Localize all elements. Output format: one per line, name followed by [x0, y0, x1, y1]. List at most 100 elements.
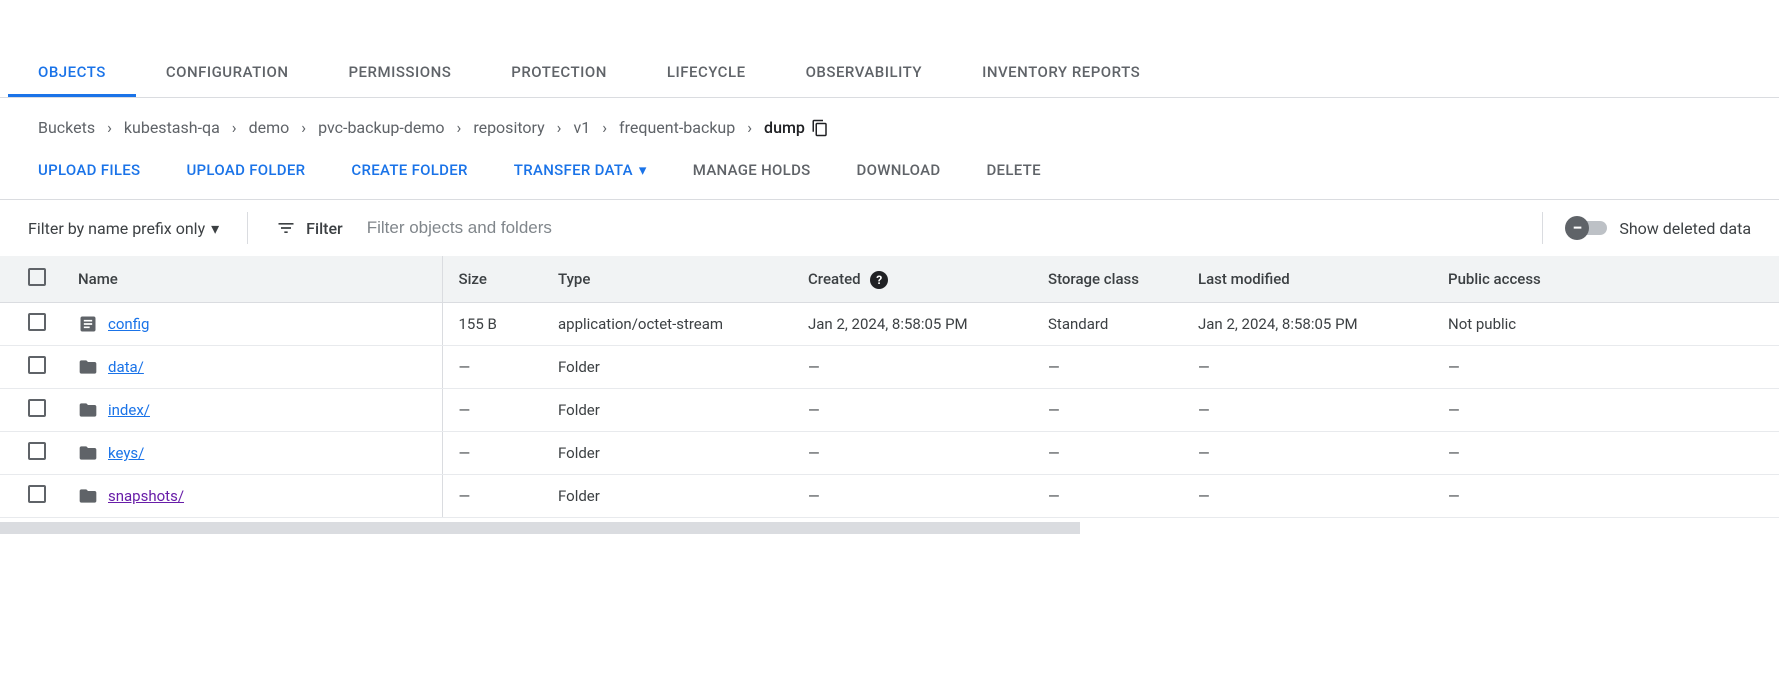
breadcrumb-dump: dump — [764, 118, 805, 137]
scrollbar-thumb[interactable] — [0, 522, 1080, 534]
breadcrumb-buckets[interactable]: Buckets — [38, 118, 95, 137]
filter-bar: Filter by name prefix only ▾ Filter − Sh… — [0, 199, 1779, 256]
cell-last-modified: — — [1182, 346, 1432, 389]
horizontal-scrollbar[interactable] — [0, 522, 1080, 534]
cell-storage-class: — — [1032, 475, 1182, 518]
dropdown-arrow-icon: ▾ — [211, 219, 219, 238]
cell-created: — — [792, 389, 1032, 432]
transfer-data-button[interactable]: TRANSFER DATA ▾ — [514, 161, 647, 179]
transfer-data-label: TRANSFER DATA — [514, 161, 633, 179]
cell-type: Folder — [542, 346, 792, 389]
table-row: data/—Folder———— — [0, 346, 1779, 389]
breadcrumb-v1[interactable]: v1 — [573, 118, 590, 137]
table-row: snapshots/—Folder———— — [0, 475, 1779, 518]
divider — [247, 212, 248, 244]
column-name[interactable]: Name — [62, 256, 442, 303]
tab-lifecycle[interactable]: LIFECYCLE — [637, 50, 776, 97]
show-deleted-label: Show deleted data — [1619, 219, 1751, 238]
manage-holds-button[interactable]: MANAGE HOLDS — [693, 161, 811, 179]
row-checkbox[interactable] — [28, 485, 46, 503]
cell-last-modified: Jan 2, 2024, 8:58:05 PM — [1182, 303, 1432, 346]
cell-type: application/octet-stream — [542, 303, 792, 346]
tab-configuration[interactable]: CONFIGURATION — [136, 50, 319, 97]
breadcrumb-frequent-backup[interactable]: frequent-backup — [619, 118, 735, 137]
table-row: keys/—Folder———— — [0, 432, 1779, 475]
objects-table: Name Size Type Created ? Storage class L… — [0, 256, 1779, 518]
filter-button[interactable]: Filter — [276, 218, 343, 238]
cell-created: — — [792, 432, 1032, 475]
upload-folder-button[interactable]: UPLOAD FOLDER — [186, 161, 305, 179]
cell-storage-class: — — [1032, 389, 1182, 432]
object-link[interactable]: index/ — [108, 401, 150, 419]
breadcrumb-repository[interactable]: repository — [473, 118, 544, 137]
column-type[interactable]: Type — [542, 256, 792, 303]
tab-inventory-reports[interactable]: INVENTORY REPORTS — [952, 50, 1170, 97]
copy-path-icon[interactable] — [811, 119, 829, 137]
object-link[interactable]: snapshots/ — [108, 487, 184, 505]
cell-size: — — [442, 475, 542, 518]
folder-icon — [78, 357, 98, 377]
cell-size: — — [442, 432, 542, 475]
breadcrumb-demo[interactable]: demo — [249, 118, 290, 137]
cell-last-modified: — — [1182, 475, 1432, 518]
show-deleted-toggle[interactable]: − — [1571, 221, 1607, 235]
create-folder-button[interactable]: CREATE FOLDER — [351, 161, 467, 179]
row-checkbox[interactable] — [28, 442, 46, 460]
breadcrumbs: Buckets › kubestash-qa › demo › pvc-backup-dem… — [0, 98, 1779, 153]
breadcrumb-kubestash-qa[interactable]: kubestash-qa — [124, 118, 220, 137]
file-icon — [78, 314, 98, 334]
cell-created: — — [792, 346, 1032, 389]
table-row: index/—Folder———— — [0, 389, 1779, 432]
delete-button[interactable]: DELETE — [986, 161, 1040, 179]
action-bar: UPLOAD FILES UPLOAD FOLDER CREATE FOLDER… — [0, 153, 1779, 199]
cell-created: Jan 2, 2024, 8:58:05 PM — [792, 303, 1032, 346]
filter-prefix-dropdown[interactable]: Filter by name prefix only ▾ — [28, 219, 219, 238]
chevron-right-icon: › — [747, 118, 752, 137]
cell-storage-class: Standard — [1032, 303, 1182, 346]
download-button[interactable]: DOWNLOAD — [857, 161, 941, 179]
filter-input[interactable] — [363, 214, 933, 242]
chevron-right-icon: › — [557, 118, 562, 137]
cell-public-access: — — [1432, 389, 1779, 432]
object-link[interactable]: config — [108, 315, 149, 333]
row-checkbox[interactable] — [28, 313, 46, 331]
cell-type: Folder — [542, 389, 792, 432]
cell-public-access: — — [1432, 475, 1779, 518]
column-public-access[interactable]: Public access — [1432, 256, 1779, 303]
row-checkbox[interactable] — [28, 356, 46, 374]
cell-last-modified: — — [1182, 389, 1432, 432]
filter-prefix-label: Filter by name prefix only — [28, 219, 205, 238]
tab-permissions[interactable]: PERMISSIONS — [318, 50, 481, 97]
select-all-checkbox[interactable] — [28, 268, 46, 286]
chevron-right-icon: › — [107, 118, 112, 137]
table-body: config155 Bapplication/octet-streamJan 2… — [0, 303, 1779, 518]
cell-created: — — [792, 475, 1032, 518]
cell-public-access: — — [1432, 346, 1779, 389]
column-storage-class[interactable]: Storage class — [1032, 256, 1182, 303]
object-link[interactable]: data/ — [108, 358, 144, 376]
show-deleted-toggle-container: − Show deleted data — [1571, 219, 1751, 238]
cell-type: Folder — [542, 432, 792, 475]
column-created[interactable]: Created ? — [792, 256, 1032, 303]
object-link[interactable]: keys/ — [108, 444, 144, 462]
cell-storage-class: — — [1032, 346, 1182, 389]
cell-size: — — [442, 346, 542, 389]
cell-public-access: — — [1432, 432, 1779, 475]
cell-size: — — [442, 389, 542, 432]
column-last-modified[interactable]: Last modified — [1182, 256, 1432, 303]
upload-files-button[interactable]: UPLOAD FILES — [38, 161, 140, 179]
help-icon[interactable]: ? — [870, 271, 888, 289]
row-checkbox[interactable] — [28, 399, 46, 417]
folder-icon — [78, 486, 98, 506]
breadcrumb-pvc-backup-demo[interactable]: pvc-backup-demo — [318, 118, 444, 137]
filter-icon — [276, 218, 296, 238]
tab-objects[interactable]: OBJECTS — [8, 50, 136, 97]
column-size[interactable]: Size — [442, 256, 542, 303]
tab-protection[interactable]: PROTECTION — [481, 50, 637, 97]
table-row: config155 Bapplication/octet-streamJan 2… — [0, 303, 1779, 346]
chevron-right-icon: › — [602, 118, 607, 137]
tab-observability[interactable]: OBSERVABILITY — [776, 50, 953, 97]
toggle-knob: − — [1565, 216, 1589, 240]
chevron-right-icon: › — [232, 118, 237, 137]
folder-icon — [78, 400, 98, 420]
